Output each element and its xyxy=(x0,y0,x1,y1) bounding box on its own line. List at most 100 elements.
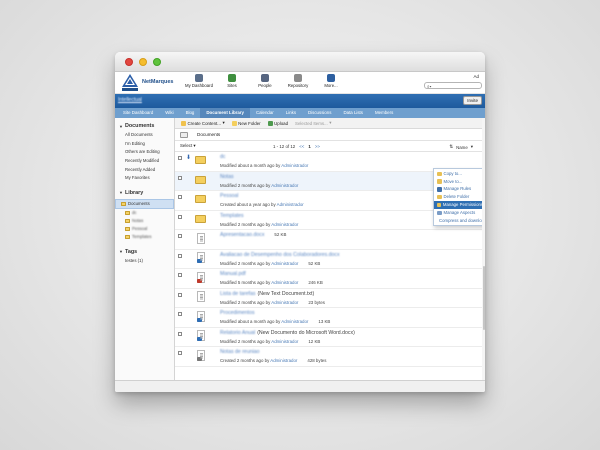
tab-document-library[interactable]: Document Library xyxy=(200,108,250,118)
row-checkbox[interactable] xyxy=(178,156,182,160)
menu-item-manage-permissions[interactable]: Manage Permissions xyxy=(434,201,485,209)
app-nav-sites[interactable]: Sites xyxy=(218,74,246,88)
document-icon[interactable] xyxy=(197,291,205,302)
sidebar-filter-item[interactable]: I'm Editing xyxy=(115,140,174,149)
tree-node-folder[interactable]: dc xyxy=(115,209,174,217)
item-modifier-link[interactable]: Administrador xyxy=(277,202,304,207)
sort-control[interactable]: ⇅ Name ▾ xyxy=(449,144,473,150)
sidebar-filter-item[interactable]: My Favorites xyxy=(115,174,174,183)
sidebar-filter-item[interactable]: Recently Added xyxy=(115,165,174,174)
netmarques-logo-icon[interactable] xyxy=(122,74,138,91)
row-checkbox[interactable] xyxy=(178,253,182,258)
maximize-window-button[interactable] xyxy=(153,58,161,66)
item-name-link[interactable]: Pessoal xyxy=(220,193,238,199)
item-name-link[interactable]: Templates xyxy=(220,213,244,219)
scrollbar[interactable] xyxy=(482,118,485,380)
select-menu[interactable]: Select ▾ xyxy=(180,143,196,149)
tab-data-lists[interactable]: Data Lists xyxy=(337,108,369,118)
folder-icon[interactable] xyxy=(195,195,206,203)
menu-item-move-to[interactable]: Move to... xyxy=(434,178,485,186)
tree-node-documents[interactable]: Documents xyxy=(115,198,174,209)
row-checkbox[interactable] xyxy=(178,273,182,277)
item-modifier-link[interactable]: Administrador xyxy=(271,339,298,344)
prev-page-link[interactable]: << xyxy=(299,144,304,149)
menu-item-delete-folder[interactable]: Delete Folder xyxy=(434,193,485,201)
item-name-link[interactable]: Lista de tarefas (New Text Document.txt) xyxy=(220,291,314,297)
item-modifier-link[interactable]: Administrador xyxy=(271,183,298,188)
row-checkbox[interactable] xyxy=(178,175,182,180)
app-nav-people[interactable]: People xyxy=(251,74,279,88)
document-icon[interactable] xyxy=(197,330,205,341)
document-row[interactable]: Manual.pdf Modified 5 months ago by Admin… xyxy=(175,269,485,289)
row-checkbox[interactable] xyxy=(178,292,182,297)
menu-item-manage-rules[interactable]: Manage Rules xyxy=(434,186,485,194)
item-modifier-link[interactable]: Administrador xyxy=(281,163,308,168)
document-row[interactable]: Notas de reuniao Created 2 months ago by … xyxy=(175,347,485,367)
tab-calendar[interactable]: Calendar xyxy=(250,108,280,118)
item-name-link[interactable]: Avaliacao de Desempenho dos Colaboradore… xyxy=(220,252,340,258)
invite-button[interactable]: Invite xyxy=(463,96,482,105)
row-checkbox[interactable] xyxy=(178,331,182,336)
selected-items-menu[interactable]: Selected Items... ▾ xyxy=(295,120,331,126)
app-nav-repository[interactable]: Repository xyxy=(284,74,312,88)
user-menu[interactable]: Ad xyxy=(473,74,479,79)
item-modifier-link[interactable]: Administrador xyxy=(271,261,298,266)
row-checkbox[interactable] xyxy=(178,312,182,316)
tag-item[interactable]: testes (1) xyxy=(115,257,174,266)
item-name-link[interactable]: dc xyxy=(220,154,225,160)
row-checkbox[interactable] xyxy=(178,234,182,238)
row-checkbox[interactable] xyxy=(178,351,182,355)
tab-discussions[interactable]: Discussions xyxy=(302,108,337,118)
menu-item-copy-to[interactable]: Copy to... xyxy=(434,170,485,178)
documents-section-header[interactable]: ▼ Documents xyxy=(115,121,174,131)
item-name-link[interactable]: Notas de reuniao xyxy=(220,349,260,355)
folder-up-icon[interactable] xyxy=(180,131,188,138)
document-row[interactable]: Procedimentos Modified about a month ago … xyxy=(175,308,485,328)
tree-node-folder[interactable]: Pessoal xyxy=(115,225,174,233)
row-checkbox[interactable] xyxy=(178,214,182,219)
document-icon[interactable] xyxy=(197,310,205,322)
upload-button[interactable]: Upload xyxy=(267,120,288,126)
tab-blog[interactable]: Blog xyxy=(180,108,201,118)
item-name-link[interactable]: Procedimentos xyxy=(220,310,255,316)
site-title[interactable]: Intellectual xyxy=(118,97,142,103)
item-name-link[interactable]: Apresentacao.docx 52 KB xyxy=(220,232,286,238)
row-checkbox[interactable] xyxy=(178,195,182,199)
app-nav-more[interactable]: More... xyxy=(317,74,345,88)
tab-wiki[interactable]: Wiki xyxy=(159,108,179,118)
app-nav-dashboard[interactable]: My Dashboard xyxy=(185,74,213,88)
document-icon[interactable] xyxy=(197,252,205,263)
item-name-link[interactable]: Notas xyxy=(220,174,234,180)
document-row[interactable]: Lista de tarefas (New Text Document.txt) M… xyxy=(175,289,485,308)
sidebar-filter-item[interactable]: Others are Editing xyxy=(115,148,174,157)
library-section-header[interactable]: ▼ Library xyxy=(115,188,174,198)
item-modifier-link[interactable]: Administrador xyxy=(270,358,297,363)
document-icon[interactable] xyxy=(197,349,205,361)
item-name-link[interactable]: Manual.pdf xyxy=(220,271,246,277)
sidebar-filter-item[interactable]: All Documents xyxy=(115,131,174,140)
menu-item-compress-and-download[interactable]: Compress and download xyxy=(434,217,485,225)
document-icon[interactable] xyxy=(197,271,205,283)
tree-node-folder[interactable]: Notas xyxy=(115,217,174,225)
item-modifier-link[interactable]: Administrador xyxy=(271,222,298,227)
arrow-down-icon[interactable]: ⬇ xyxy=(186,155,191,161)
document-row[interactable]: Avaliacao de Desempenho dos Colaboradore… xyxy=(175,250,485,269)
next-page-link[interactable]: >> xyxy=(315,144,320,149)
item-modifier-link[interactable]: Administrador xyxy=(281,319,308,324)
close-window-button[interactable] xyxy=(125,58,133,66)
item-modifier-link[interactable]: Administrador xyxy=(271,300,298,305)
search-input[interactable]: ⌕▾ xyxy=(424,82,482,89)
sidebar-filter-item[interactable]: Recently Modified xyxy=(115,157,174,166)
folder-icon[interactable] xyxy=(195,156,206,164)
menu-item-manage-aspects[interactable]: Manage Aspects xyxy=(434,209,485,217)
minimize-window-button[interactable] xyxy=(139,58,147,66)
tab-links[interactable]: Links xyxy=(280,108,302,118)
folder-icon[interactable] xyxy=(195,214,206,223)
tree-node-folder[interactable]: Templates xyxy=(115,233,174,241)
item-name-link[interactable]: Relatorio Anual (New Documento do Microso… xyxy=(220,330,355,336)
item-modifier-link[interactable]: Administrador xyxy=(271,280,298,285)
tags-section-header[interactable]: ▼ Tags xyxy=(115,247,174,257)
scrollbar-thumb[interactable] xyxy=(482,266,485,330)
folder-icon[interactable] xyxy=(195,175,206,184)
document-row[interactable]: Relatorio Anual (New Documento do Microso… xyxy=(175,328,485,347)
